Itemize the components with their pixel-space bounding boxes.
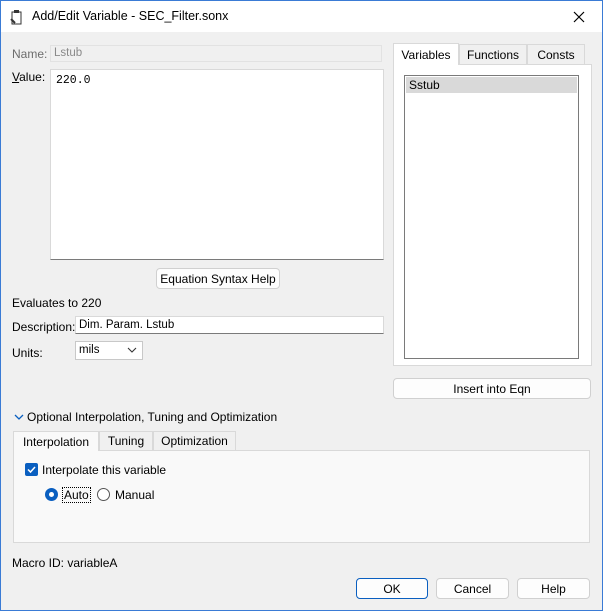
chevron-down-icon	[14, 414, 24, 420]
optional-section-toggle[interactable]: Optional Interpolation, Tuning and Optim…	[13, 410, 277, 424]
description-label: Description:	[12, 320, 76, 334]
evaluates-text: Evaluates to 220	[12, 296, 102, 310]
equation-syntax-help-button[interactable]: Equation Syntax Help	[156, 268, 280, 289]
units-label: Units:	[12, 346, 43, 360]
close-button[interactable]	[556, 1, 602, 32]
units-value: mils	[79, 344, 100, 356]
tab-variables[interactable]: Variables	[393, 43, 459, 65]
tab-interpolation[interactable]: Interpolation	[13, 431, 99, 451]
close-icon	[573, 11, 585, 22]
help-button[interactable]: Help	[517, 578, 590, 599]
interpolate-checkbox[interactable]	[25, 463, 38, 476]
tab-tuning[interactable]: Tuning	[99, 431, 153, 450]
dialog-window: Add/Edit Variable - SEC_Filter.sonx Name…	[0, 0, 603, 611]
ok-button[interactable]: OK	[356, 578, 428, 599]
checkmark-icon	[27, 466, 36, 474]
manual-radio[interactable]	[97, 488, 110, 501]
tab-consts[interactable]: Consts	[527, 44, 585, 65]
app-icon	[10, 10, 22, 25]
tab-optimization[interactable]: Optimization	[153, 431, 236, 450]
list-item[interactable]: Sstub	[406, 77, 577, 93]
interpolation-panel: Interpolate this variable Auto Manual	[13, 450, 590, 543]
value-editor[interactable]: 220.0	[50, 69, 384, 260]
optional-tabs: Interpolation Tuning Optimization Interp…	[13, 431, 590, 543]
value-label: Value:	[12, 70, 46, 84]
name-label: Name:	[12, 47, 48, 61]
tab-functions[interactable]: Functions	[459, 44, 527, 65]
units-dropdown[interactable]: mils	[75, 341, 143, 360]
optional-section-title: Optional Interpolation, Tuning and Optim…	[27, 410, 278, 424]
interpolate-label: Interpolate this variable	[42, 463, 167, 477]
variables-panel: Sstub	[393, 64, 592, 366]
variables-list[interactable]: Sstub	[404, 75, 579, 359]
title-bar: Add/Edit Variable - SEC_Filter.sonx	[1, 1, 602, 32]
window-title: Add/Edit Variable - SEC_Filter.sonx	[32, 9, 229, 23]
insert-into-eqn-button[interactable]: Insert into Eqn	[393, 378, 591, 399]
chevron-down-icon	[127, 347, 137, 353]
description-field[interactable]: Dim. Param. Lstub	[75, 316, 384, 334]
value-label-rest: alue:	[19, 70, 46, 84]
auto-radio[interactable]	[45, 488, 58, 501]
reference-tabs: Variables Functions Consts Sstub	[393, 43, 592, 366]
manual-label: Manual	[115, 488, 155, 502]
macro-id-text: Macro ID: variableA	[12, 556, 118, 570]
cancel-button[interactable]: Cancel	[436, 578, 509, 599]
name-field: Lstub	[50, 45, 382, 62]
auto-label: Auto	[62, 487, 91, 503]
